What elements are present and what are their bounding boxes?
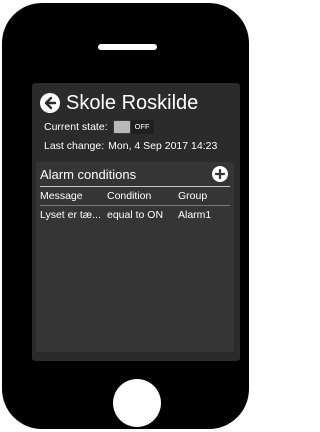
alarm-conditions-panel: Alarm conditions Message Condition Group… [36, 162, 234, 352]
cell-message: Lyset er tæ... [40, 209, 100, 221]
cell-group: Alarm1 [178, 209, 212, 221]
alarm-table-header: Message Condition Group [40, 187, 230, 206]
home-button[interactable] [113, 379, 161, 427]
current-state-label: Current state: [44, 121, 108, 133]
arrow-left-icon [44, 96, 57, 110]
page-header: Skole Roskilde [40, 91, 198, 115]
toggle-knob [113, 121, 130, 133]
plus-icon [215, 169, 225, 179]
state-toggle[interactable]: OFF [112, 120, 154, 134]
phone-frame: Skole Roskilde Current state: OFF Last c… [2, 3, 249, 429]
column-header-group[interactable]: Group [178, 187, 230, 205]
phone-speaker [98, 44, 157, 50]
last-change-label: Last change: [44, 140, 105, 152]
page-title: Skole Roskilde [66, 92, 199, 114]
add-alarm-button[interactable] [212, 166, 228, 182]
alarm-table: Message Condition Group Lyset er tæ... e… [40, 187, 230, 224]
column-header-message[interactable]: Message [40, 187, 100, 205]
alarm-panel-title: Alarm conditions [40, 167, 137, 182]
table-row[interactable]: Lyset er tæ... equal to ON Alarm1 [40, 206, 230, 224]
last-change-row: Last change: Mon, 4 Sep 2017 14:23 [44, 139, 217, 153]
cell-condition: equal to ON [107, 209, 164, 221]
column-header-condition[interactable]: Condition [107, 187, 177, 205]
back-button[interactable] [40, 93, 60, 113]
last-change-value: Mon, 4 Sep 2017 14:23 [108, 140, 218, 152]
current-state-row: Current state: OFF [44, 120, 154, 134]
alarm-panel-header: Alarm conditions [40, 166, 230, 187]
app-screen: Skole Roskilde Current state: OFF Last c… [32, 83, 240, 361]
toggle-off-text: OFF [130, 120, 154, 134]
